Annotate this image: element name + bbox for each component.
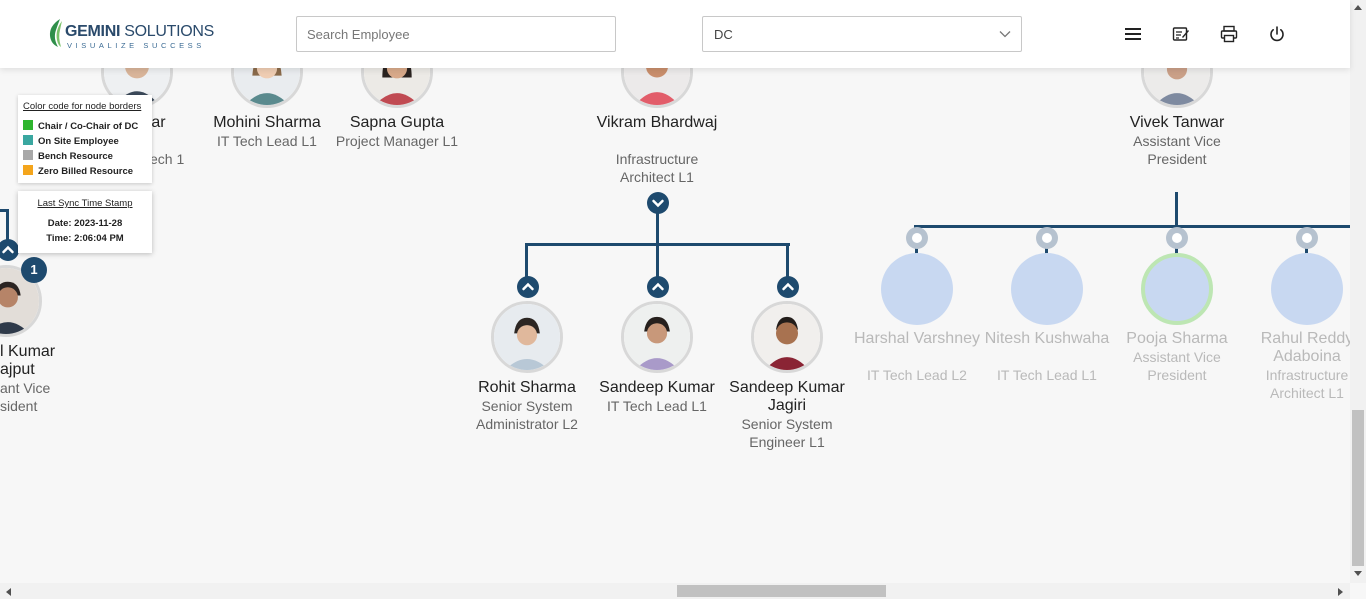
sync-time: Time: 2:06:04 PM <box>46 233 124 244</box>
last-sync-panel: Last Sync Time Stamp Date: 2023-11-28 Ti… <box>18 191 152 253</box>
department-selected-value: DC <box>714 27 733 42</box>
node-name: Mohini Sharma <box>213 114 321 131</box>
avatar-placeholder[interactable] <box>1011 253 1083 325</box>
avatar[interactable] <box>751 301 823 373</box>
gemini-logo[interactable]: GEMINI SOLUTIONS VISUALIZE SUCCESS <box>46 18 216 50</box>
node-name: Pooja Sharma <box>1126 330 1228 347</box>
scroll-down-arrow-icon[interactable] <box>1353 570 1363 578</box>
node-role: Assistant Vice President <box>1133 133 1221 167</box>
node-name: Rohit Sharma <box>478 379 576 396</box>
node-role: Infrastructure Architect L1 <box>615 151 699 185</box>
node-name: l Kumar ajput <box>0 343 56 378</box>
node-role: IT Tech Lead L1 <box>217 133 317 149</box>
notes-icon[interactable] <box>1172 25 1190 43</box>
legend-swatch <box>23 165 33 175</box>
node-role: Tech 1 <box>143 151 185 167</box>
node-role: IT Tech Lead L1 <box>607 398 707 414</box>
legend-item: Bench Resource <box>23 150 113 162</box>
expand-toggle[interactable] <box>1296 227 1318 249</box>
legend-title: Color code for node borders <box>23 101 142 112</box>
node-name: Rahul Reddy Adaboina <box>1260 330 1350 365</box>
expand-toggle[interactable] <box>777 276 799 298</box>
node-name: Sandeep Kumar Jagiri <box>729 379 845 414</box>
menu-icon[interactable] <box>1124 25 1142 43</box>
node-name: Vivek Tanwar <box>1129 114 1225 131</box>
node-role: Senior System Engineer L1 <box>741 416 833 450</box>
avatar[interactable] <box>621 301 693 373</box>
legend-label: Chair / Co-Chair of DC <box>38 121 139 132</box>
legend-swatch <box>23 120 33 130</box>
connector <box>656 212 659 245</box>
node-role: IT Tech Lead L1 <box>997 367 1097 383</box>
sync-date: Date: 2023-11-28 <box>47 218 123 229</box>
avatar-placeholder[interactable] <box>1141 253 1213 325</box>
node-role: Infrastructure Architect L1 <box>1265 367 1349 401</box>
expand-toggle[interactable] <box>906 227 928 249</box>
legend-label: Bench Resource <box>38 151 113 162</box>
node-name: Harshal Varshney <box>854 330 980 347</box>
collapse-toggle[interactable] <box>647 192 669 214</box>
legend-label: On Site Employee <box>38 136 119 147</box>
node-role: Assistant Vice President <box>1133 349 1221 383</box>
scroll-right-arrow-icon[interactable] <box>1337 587 1345 597</box>
logo-leaf-icon <box>49 19 62 47</box>
connector <box>914 225 1350 228</box>
legend-label: Zero Billed Resource <box>38 166 134 177</box>
legend-item: Zero Billed Resource <box>23 165 133 177</box>
avatar-placeholder[interactable] <box>1271 253 1343 325</box>
vertical-scroll-thumb[interactable] <box>1352 410 1364 566</box>
expand-toggle[interactable] <box>517 276 539 298</box>
node-name: Vikram Bhardwaj <box>596 114 718 131</box>
node-role: Project Manager L1 <box>335 133 459 149</box>
node-name: Sapna Gupta <box>349 114 445 131</box>
avatar[interactable] <box>491 301 563 373</box>
expand-toggle[interactable] <box>0 239 19 261</box>
expand-toggle[interactable] <box>1036 227 1058 249</box>
app-header: GEMINI SOLUTIONS VISUALIZE SUCCESS DC <box>0 0 1350 68</box>
department-select[interactable]: DC <box>702 16 1022 52</box>
sync-title: Last Sync Time Stamp <box>37 198 133 209</box>
legend-item: Chair / Co-Chair of DC <box>23 120 138 132</box>
node-role: ant Vice sident <box>0 380 51 414</box>
avatar-placeholder[interactable] <box>881 253 953 325</box>
legend-swatch <box>23 135 33 145</box>
expand-toggle[interactable] <box>1166 227 1188 249</box>
print-icon[interactable] <box>1220 25 1238 43</box>
node-role: IT Tech Lead L2 <box>867 367 967 383</box>
search-employee-input[interactable] <box>296 16 616 52</box>
legend-item: On Site Employee <box>23 135 119 147</box>
scroll-left-arrow-icon[interactable] <box>4 587 12 597</box>
chevron-down-icon <box>999 31 1011 38</box>
logo-text-bold: GEMINI <box>65 23 121 40</box>
node-name: Nitesh Kushwaha <box>984 330 1110 347</box>
horizontal-scroll-thumb[interactable] <box>677 585 886 597</box>
logo-text: GEMINI SOLUTIONS <box>65 23 214 41</box>
expand-toggle[interactable] <box>647 276 669 298</box>
org-chart: nk ar Tech 1 Mohini Sharma IT Tech Lead … <box>0 0 1350 583</box>
scroll-up-arrow-icon[interactable] <box>1353 3 1363 11</box>
legend-swatch <box>23 150 33 160</box>
power-icon[interactable] <box>1268 25 1286 43</box>
logo-text-thin: SOLUTIONS <box>120 23 215 40</box>
node-role: Senior System Administrator L2 <box>476 398 578 432</box>
horizontal-scrollbar[interactable] <box>0 583 1350 599</box>
logo-tagline: VISUALIZE SUCCESS <box>67 41 205 50</box>
node-name: Sandeep Kumar <box>599 379 715 396</box>
border-color-legend: Color code for node borders Chair / Co-C… <box>18 95 152 183</box>
connector <box>1175 192 1178 228</box>
reportee-count-badge[interactable]: 1 <box>21 257 47 283</box>
